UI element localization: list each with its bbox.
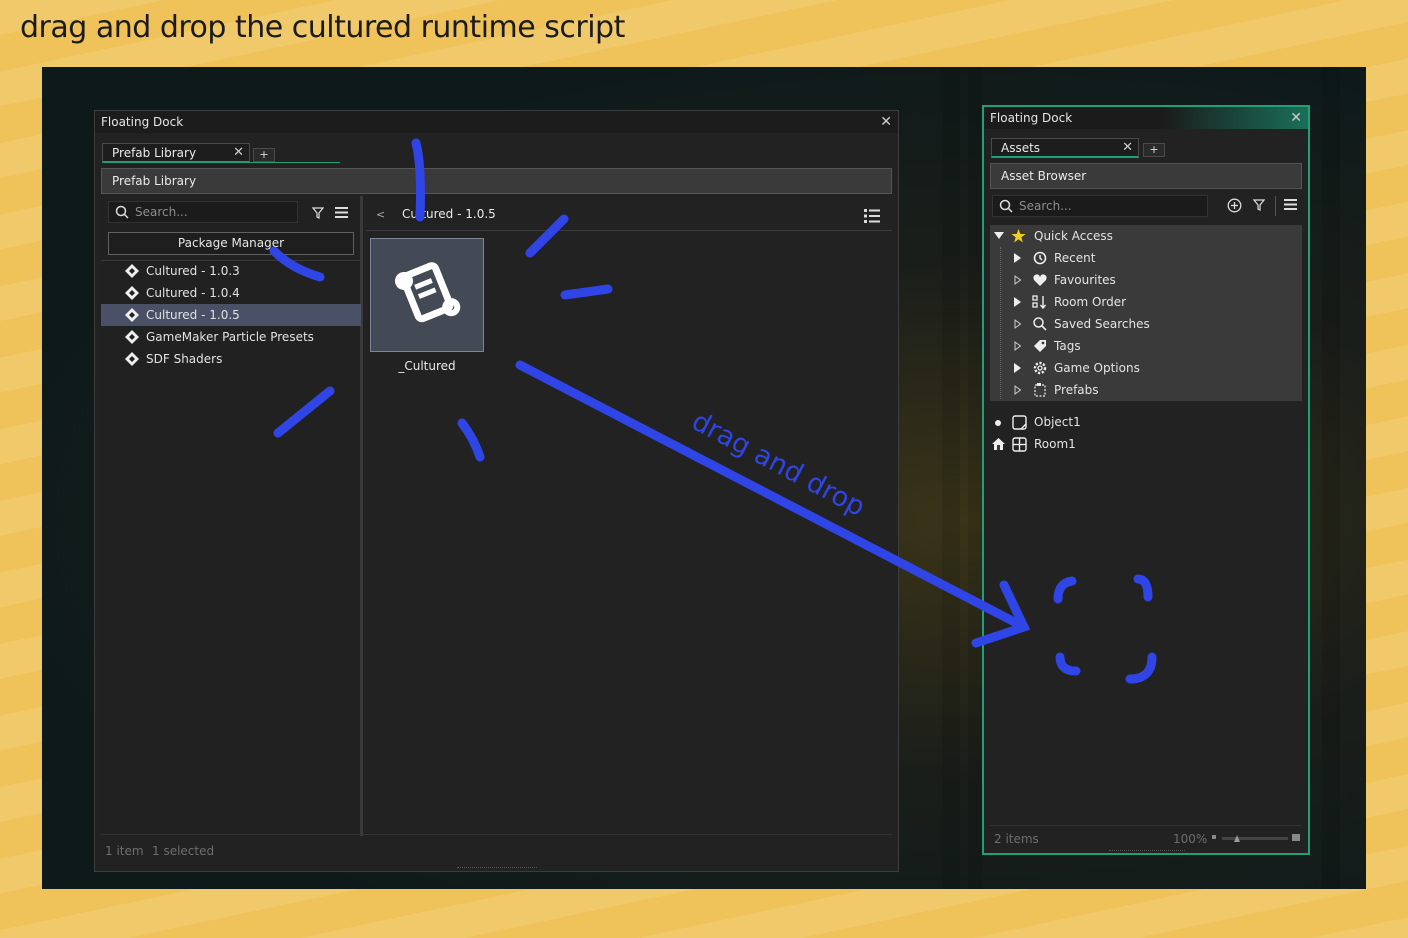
- drag-arrow-shaft: [515, 360, 1029, 632]
- sparkle-stroke: [269, 246, 325, 282]
- sparkle-stroke: [273, 386, 335, 438]
- target-corner: [1055, 652, 1081, 676]
- sparkle-stroke: [411, 138, 425, 222]
- sparkle-stroke: [525, 214, 569, 258]
- target-corner: [1125, 652, 1157, 684]
- target-corner: [1133, 574, 1153, 602]
- target-corner: [1053, 576, 1077, 604]
- annotation-overlay: drag and drop: [269, 138, 1157, 684]
- sparkle-stroke: [457, 418, 485, 462]
- sparkle-stroke: [560, 284, 613, 300]
- dark-stage: Floating Dock ✕ Prefab Library ✕ + Prefa…: [42, 67, 1366, 889]
- headline: drag and drop the cultured runtime scrip…: [20, 10, 625, 45]
